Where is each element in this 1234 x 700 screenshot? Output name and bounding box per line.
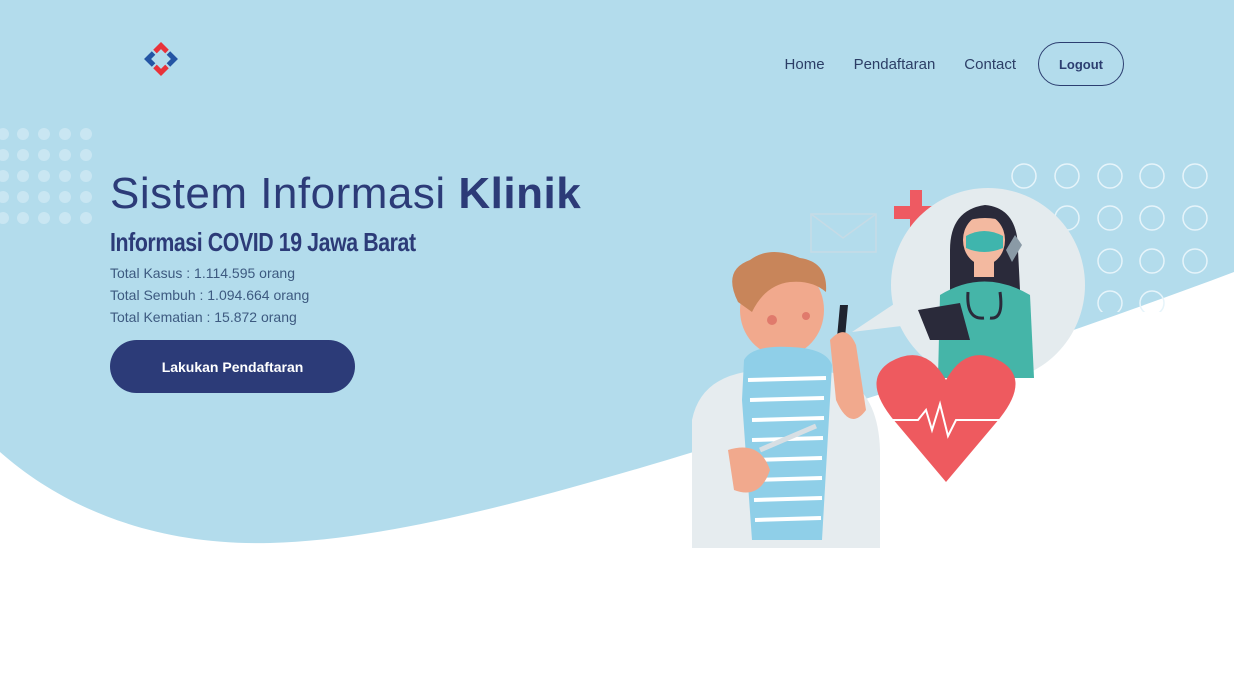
stat-total-kasus: Total Kasus : 1.114.595 orang bbox=[110, 265, 295, 281]
nurse-speech-bubble bbox=[852, 188, 1085, 382]
logout-button[interactable]: Logout bbox=[1038, 42, 1124, 86]
page-title: Sistem Informasi Klinik bbox=[110, 168, 581, 220]
clinic-logo-icon[interactable] bbox=[140, 38, 182, 80]
stat-total-sembuh: Total Sembuh : 1.094.664 orang bbox=[110, 287, 310, 303]
main-navigation: Home Pendaftaran Contact Logout bbox=[785, 42, 1124, 86]
nav-pendaftaran-link[interactable]: Pendaftaran bbox=[854, 56, 936, 73]
nav-contact-link[interactable]: Contact bbox=[964, 56, 1016, 73]
hero-content: Sistem Informasi Klinik Informasi COVID … bbox=[110, 168, 581, 393]
envelope-icon bbox=[810, 213, 877, 253]
stat-total-kematian: Total Kematian : 15.872 orang bbox=[110, 309, 297, 325]
patient-figure bbox=[692, 251, 880, 548]
decorative-dots-pattern bbox=[0, 128, 92, 224]
title-light-text: Sistem Informasi bbox=[110, 169, 459, 218]
page-subtitle: Informasi COVID 19 Jawa Barat bbox=[110, 227, 416, 257]
covid-stats: Total Kasus : 1.114.595 orang Total Semb… bbox=[110, 262, 581, 328]
nav-home-link[interactable]: Home bbox=[785, 56, 825, 73]
patient-nurse-illustration bbox=[692, 188, 1085, 548]
title-bold-text: Klinik bbox=[458, 169, 582, 218]
lakukan-pendaftaran-button[interactable]: Lakukan Pendaftaran bbox=[110, 340, 355, 393]
